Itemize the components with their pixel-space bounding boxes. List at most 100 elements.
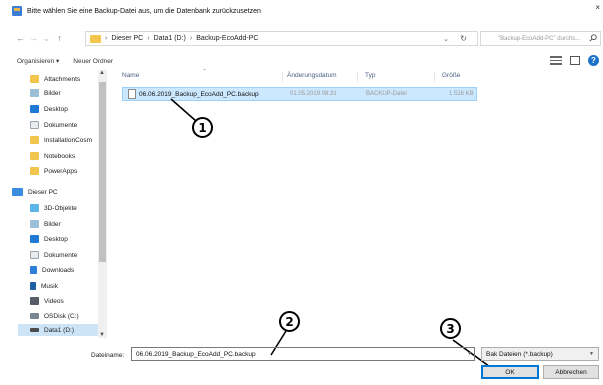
videos-icon (30, 297, 39, 305)
nav-item-label: Desktop (44, 105, 68, 113)
callout-marker-1: 1 (192, 117, 213, 138)
nav-item-label: Desktop (44, 235, 68, 243)
nav-item-installationcosm[interactable]: InstallationCosm (30, 134, 92, 146)
column-divider[interactable] (357, 72, 358, 82)
file-type-filter-select[interactable]: Bak Dateien (*.backup) ▼ (481, 347, 599, 361)
title-bar: Bitte wählen Sie eine Backup-Datei aus, … (0, 0, 603, 22)
pictures-icon (30, 220, 39, 228)
new-folder-button[interactable]: Neuer Ordner (73, 58, 113, 65)
scrollbar-thumb[interactable] (99, 82, 106, 262)
nav-item-label: Attachments (44, 75, 81, 83)
nav-item-documents[interactable]: Dokumente (30, 119, 77, 131)
address-dropdown-icon[interactable]: ⌄ (443, 35, 449, 43)
folder-icon (30, 75, 39, 83)
column-header-size[interactable]: Größe (442, 72, 460, 79)
callout-marker-2: 2 (279, 311, 300, 332)
folder-icon (30, 152, 39, 160)
desktop-icon (30, 105, 39, 113)
file-size: 1.516 KB (449, 91, 474, 97)
column-divider[interactable] (282, 72, 283, 82)
nav-item-label: Dokumente (44, 251, 78, 259)
nav-item-label: Bilder (44, 220, 61, 228)
nav-item-3d-objects[interactable]: 3D-Objekte (30, 202, 77, 214)
filename-field[interactable]: 06.06.2019_Backup_EcoAdd_PC.backup (131, 347, 475, 361)
folder-icon (30, 167, 39, 175)
window-title: Bitte wählen Sie eine Backup-Datei aus, … (27, 7, 261, 15)
folder-icon (90, 34, 101, 43)
column-header-type[interactable]: Typ (365, 72, 375, 79)
filename-label: Dateiname: (91, 352, 125, 359)
pictures-icon (30, 89, 39, 97)
chevron-down-icon[interactable]: ▼ (467, 351, 472, 357)
up-arrow-icon[interactable]: ↑ (53, 31, 66, 45)
nav-item-label: PowerApps (44, 167, 78, 175)
breadcrumb[interactable]: › Dieser PC › Data1 (D:) › Backup-EcoAdd… (85, 31, 478, 46)
file-list: ⌃ Name Änderungsdatum Typ Größe 06.06.20… (112, 69, 603, 338)
column-header-date[interactable]: Änderungsdatum (287, 72, 337, 79)
nav-item-powerapps[interactable]: PowerApps (30, 165, 77, 177)
search-icon[interactable] (589, 34, 597, 42)
nav-item-pc-desktop[interactable]: Desktop (30, 233, 68, 245)
computer-icon (12, 188, 23, 196)
search-input[interactable]: "Backup-EcoAdd-PC" durchs... (480, 31, 601, 46)
recent-locations-chevron-icon[interactable]: ⌄ (40, 31, 53, 45)
breadcrumb-separator: › (147, 35, 150, 42)
help-icon[interactable]: ? (588, 55, 599, 66)
ok-button[interactable]: OK (481, 365, 539, 379)
nav-item-label: InstallationCosm (44, 136, 93, 144)
column-header-row: ⌃ Name Änderungsdatum Typ Größe (112, 69, 603, 84)
nav-item-osdisk[interactable]: OSDisk (C:) (30, 310, 79, 322)
column-header-name[interactable]: Name (122, 72, 139, 79)
file-row[interactable]: 06.06.2019_Backup_EcoAdd_PC.backup 01.05… (122, 87, 477, 101)
documents-icon (30, 121, 39, 129)
downloads-icon (30, 266, 37, 274)
breadcrumb-separator: › (189, 35, 193, 42)
cancel-button[interactable]: Abbrechen (543, 365, 599, 379)
forward-arrow-icon[interactable]: → (27, 31, 40, 45)
file-name: 06.06.2019_Backup_EcoAdd_PC.backup (139, 90, 259, 98)
callout-marker-3: 3 (440, 318, 461, 339)
nav-item-downloads[interactable]: Downloads (30, 264, 74, 276)
drive-icon (30, 313, 39, 319)
back-arrow-icon[interactable]: ← (14, 31, 27, 45)
nav-item-attachments[interactable]: Attachments (30, 73, 80, 85)
address-bar: ← → ⌄ ↑ › Dieser PC › Data1 (D:) › Backu… (0, 26, 603, 50)
navigation-pane: Attachments Bilder Desktop Dokumente Ins… (0, 70, 112, 338)
nav-item-data1[interactable]: Data1 (D:) (18, 324, 102, 336)
nav-item-label: Notebooks (44, 152, 76, 160)
preview-pane-icon[interactable] (570, 56, 580, 65)
breadcrumb-item-data1[interactable]: Data1 (D:) (154, 35, 186, 42)
navigation-scrollbar[interactable]: ▲ ▼ (98, 70, 107, 338)
refresh-icon[interactable]: ↻ (460, 34, 467, 43)
nav-item-notebooks[interactable]: Notebooks (30, 150, 75, 162)
sort-chevron-icon: ⌃ (202, 69, 208, 75)
nav-item-label: Downloads (42, 266, 75, 274)
breadcrumb-item-this-pc[interactable]: Dieser PC (111, 35, 143, 42)
close-icon[interactable]: × (595, 3, 600, 12)
organize-button[interactable]: Organisieren ▾ (17, 57, 59, 65)
music-icon (30, 282, 36, 290)
documents-icon (30, 251, 39, 259)
desktop-icon (30, 235, 39, 243)
nav-item-label: Dieser PC (28, 188, 58, 196)
search-placeholder: "Backup-EcoAdd-PC" durchs... (498, 35, 581, 42)
nav-item-pc-pictures[interactable]: Bilder (30, 218, 61, 230)
nav-item-this-pc[interactable]: Dieser PC (12, 186, 58, 198)
nav-item-videos[interactable]: Videos (30, 295, 64, 307)
breadcrumb-item-backup-folder[interactable]: Backup-EcoAdd-PC (196, 35, 258, 42)
drive-icon (30, 328, 39, 332)
3d-objects-icon (30, 204, 39, 212)
command-bar: Organisieren ▾ Neuer Ordner ? (0, 52, 603, 70)
view-options-icon[interactable] (550, 56, 562, 66)
file-type: BACKUP-Datei (366, 91, 407, 97)
file-type-filter-value: Bak Dateien (*.backup) (486, 350, 553, 358)
nav-item-pc-documents[interactable]: Dokumente (30, 249, 77, 261)
scroll-up-icon[interactable]: ▲ (99, 70, 105, 76)
nav-item-label: Videos (44, 297, 64, 305)
nav-item-desktop[interactable]: Desktop (30, 103, 68, 115)
column-divider[interactable] (434, 72, 435, 82)
nav-item-music[interactable]: Musik (30, 280, 58, 292)
nav-item-label: OSDisk (C:) (44, 312, 79, 320)
nav-item-pictures[interactable]: Bilder (30, 87, 61, 99)
file-icon (128, 89, 136, 99)
